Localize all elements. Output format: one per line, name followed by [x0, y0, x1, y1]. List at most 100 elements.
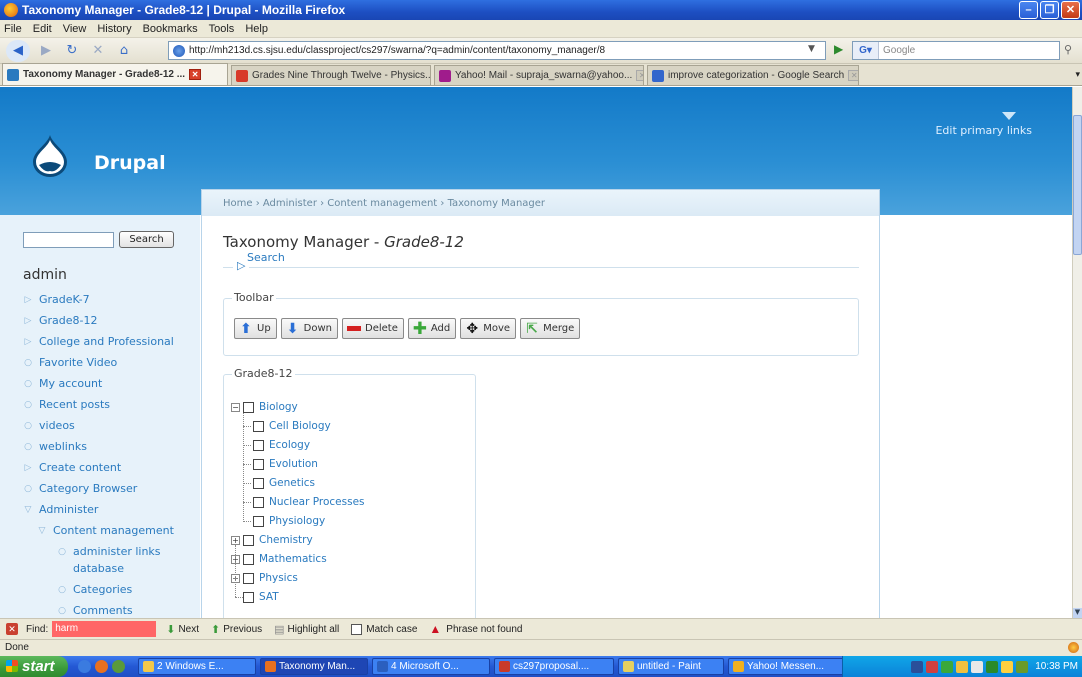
clock[interactable]: 10:38 PM: [1035, 661, 1078, 672]
home-button[interactable]: ⌂: [114, 41, 134, 61]
term-checkbox[interactable]: [243, 572, 254, 584]
tree-term-child[interactable]: Cell Biology: [253, 419, 331, 433]
sidebar-item-grade8-12[interactable]: ▷ Grade8-12: [23, 314, 98, 327]
search-icon[interactable]: ⚲: [1064, 43, 1072, 56]
menu-help[interactable]: Help: [245, 23, 268, 35]
taskbar-task[interactable]: Taxonomy Man...: [260, 658, 368, 675]
tray-network-icon[interactable]: [1016, 660, 1029, 673]
term-label[interactable]: Evolution: [269, 458, 318, 470]
tray-app-icon[interactable]: [911, 660, 924, 673]
term-checkbox[interactable]: [253, 496, 264, 508]
web-search-box[interactable]: G▾ Google: [852, 41, 1060, 60]
merge-button[interactable]: ⇱ Merge: [520, 318, 581, 339]
delete-button[interactable]: Delete: [342, 318, 404, 339]
menu-history[interactable]: History: [97, 23, 131, 35]
highlight-all-button[interactable]: ▤ Highlight all: [274, 623, 339, 636]
menu-edit[interactable]: Edit: [33, 23, 52, 35]
taskbar-task[interactable]: cs297proposal....: [494, 658, 614, 675]
close-button[interactable]: ✕: [1061, 1, 1080, 19]
menu-tools[interactable]: Tools: [209, 23, 235, 35]
page-scrollbar[interactable]: ▼: [1072, 87, 1082, 618]
find-previous-button[interactable]: ⬆ Previous: [211, 623, 262, 636]
sidebar-item-gradek-7[interactable]: ▷ GradeK-7: [23, 293, 90, 306]
sidebar-item-create-content[interactable]: ▷ Create content: [23, 461, 122, 474]
sidebar-item-database[interactable]: database: [57, 562, 124, 575]
term-label[interactable]: Chemistry: [259, 534, 313, 546]
taskbar-task[interactable]: 4 Microsoft O...: [372, 658, 490, 675]
status-indicator-icon[interactable]: [1068, 642, 1079, 653]
tree-term-child[interactable]: Ecology: [253, 438, 310, 452]
breadcrumb[interactable]: Home › Administer › Content management ›…: [202, 190, 879, 216]
google-engine-icon[interactable]: G▾: [853, 42, 879, 59]
drupal-logo-icon[interactable]: [33, 135, 67, 177]
term-checkbox[interactable]: [243, 553, 254, 565]
tree-term[interactable]: + Physics: [231, 571, 298, 585]
search-fieldset-toggle[interactable]: ▷ Search: [233, 251, 289, 272]
taskbar-task[interactable]: 2 Windows E...: [138, 658, 256, 675]
sidebar-item-recent-posts[interactable]: ○ Recent posts: [23, 398, 110, 411]
url-bar[interactable]: http://mh213d.cs.sjsu.edu/classproject/c…: [168, 41, 826, 60]
tree-term-child[interactable]: Evolution: [253, 457, 318, 471]
term-label[interactable]: Nuclear Processes: [269, 496, 365, 508]
tree-term[interactable]: + Chemistry: [231, 533, 313, 547]
menu-view[interactable]: View: [63, 23, 87, 35]
app-quicklaunch-icon[interactable]: [112, 660, 125, 673]
firefox-quicklaunch-icon[interactable]: [95, 660, 108, 673]
tray-messenger-icon[interactable]: [1001, 660, 1014, 673]
tree-term[interactable]: + Mathematics: [231, 552, 327, 566]
sidebar-item-weblinks[interactable]: ○ weblinks: [23, 440, 87, 453]
term-label[interactable]: Physiology: [269, 515, 325, 527]
sidebar-item-videos[interactable]: ○ videos: [23, 419, 75, 432]
term-checkbox[interactable]: [243, 591, 254, 603]
window-titlebar[interactable]: Taxonomy Manager - Grade8-12 | Drupal - …: [0, 0, 1082, 20]
sidebar-item-comments[interactable]: ○ Comments: [57, 604, 133, 617]
tab-list-icon[interactable]: ▾: [1075, 70, 1080, 80]
tray-app-icon[interactable]: [926, 660, 939, 673]
term-checkbox[interactable]: [253, 458, 264, 470]
taskbar-task[interactable]: untitled - Paint: [618, 658, 724, 675]
minimize-button[interactable]: –: [1019, 1, 1038, 19]
term-label[interactable]: Biology: [259, 401, 298, 413]
tree-term[interactable]: SAT: [231, 590, 279, 604]
find-close-icon[interactable]: ✕: [6, 623, 18, 635]
sidebar-item-college-and-professional[interactable]: ▷ College and Professional: [23, 335, 174, 348]
find-input[interactable]: harm: [52, 621, 157, 637]
url-dropdown-icon[interactable]: ▼: [808, 44, 815, 54]
term-checkbox[interactable]: [253, 477, 264, 489]
sidebar-item-categories[interactable]: ○ Categories: [57, 583, 132, 596]
expand-icon[interactable]: +: [231, 535, 240, 545]
term-checkbox[interactable]: [253, 439, 264, 451]
term-checkbox[interactable]: [243, 534, 254, 546]
collapse-icon[interactable]: −: [231, 402, 240, 412]
term-label[interactable]: Physics: [259, 572, 298, 584]
term-label[interactable]: Genetics: [269, 477, 315, 489]
restore-button[interactable]: ❐: [1040, 1, 1059, 19]
scrollbar-thumb[interactable]: [1073, 115, 1082, 255]
tab-google-search[interactable]: improve categorization - Google Search ✕: [647, 65, 859, 85]
tab-close-icon[interactable]: ✕: [848, 70, 858, 81]
term-label[interactable]: Ecology: [269, 439, 310, 451]
site-name[interactable]: Drupal: [94, 152, 166, 174]
breadcrumb-text[interactable]: Home › Administer › Content management ›…: [223, 198, 545, 209]
tray-app-icon[interactable]: [941, 660, 954, 673]
taskbar-task[interactable]: Yahoo! Messen...: [728, 658, 846, 675]
tree-term-child[interactable]: Nuclear Processes: [253, 495, 365, 509]
sidebar-item-administer-links[interactable]: ○ administer links: [57, 545, 160, 558]
sidebar-item-category-browser[interactable]: ○ Category Browser: [23, 482, 137, 495]
tree-term[interactable]: − Biology: [231, 400, 298, 414]
match-case-checkbox[interactable]: Match case: [351, 623, 417, 635]
term-label[interactable]: Cell Biology: [269, 420, 331, 432]
add-button[interactable]: ✚ Add: [407, 318, 457, 339]
reload-button[interactable]: ↻: [62, 41, 82, 61]
term-checkbox[interactable]: [253, 515, 264, 527]
tray-app-icon[interactable]: [956, 660, 969, 673]
go-button[interactable]: ▶: [834, 42, 843, 56]
term-checkbox[interactable]: [243, 401, 254, 413]
down-button[interactable]: ⬇ Down: [280, 318, 339, 339]
match-case-box[interactable]: [351, 623, 363, 635]
tab-yahoo-mail[interactable]: Yahoo! Mail - supraja_swarna@yahoo... ✕: [434, 65, 644, 85]
menu-file[interactable]: File: [4, 23, 22, 35]
menu-bookmarks[interactable]: Bookmarks: [143, 23, 198, 35]
tray-app-icon[interactable]: [986, 660, 999, 673]
term-label[interactable]: Mathematics: [259, 553, 327, 565]
